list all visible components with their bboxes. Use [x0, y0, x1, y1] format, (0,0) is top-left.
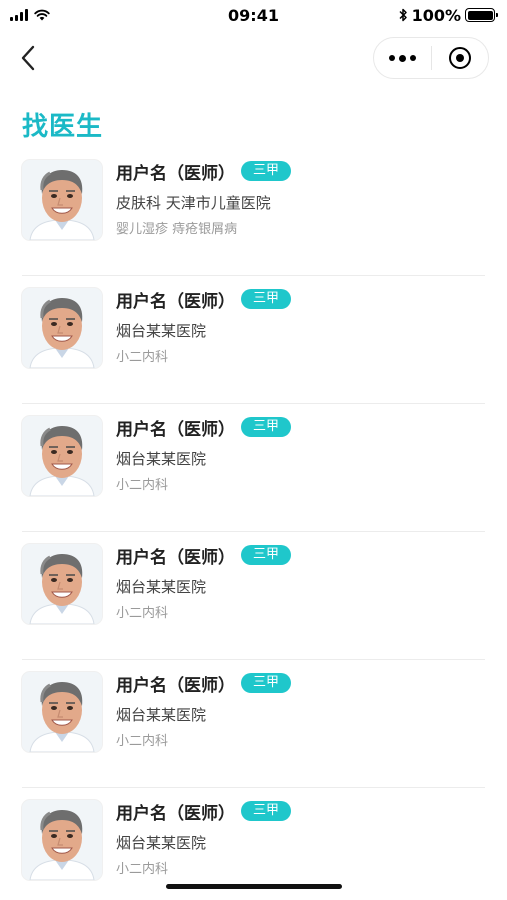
hospital-grade-badge: 三甲: [241, 289, 292, 309]
doctor-name-row: 用户名（医师） 三甲: [116, 414, 485, 440]
doctor-photo: [22, 544, 102, 624]
doctor-name-row: 用户名（医师） 三甲: [116, 286, 485, 312]
close-mini-program-button[interactable]: [432, 38, 489, 78]
doctor-list-item[interactable]: 用户名（医师） 三甲 烟台某某医院 小二内科: [22, 404, 485, 532]
doctor-list-item[interactable]: 用户名（医师） 三甲 皮肤科 天津市儿童医院 婴儿湿疹 痔疮银屑病: [22, 148, 485, 276]
doctor-avatar: [22, 800, 102, 880]
bluetooth-icon: [399, 8, 407, 22]
screen: 09:41 100% 找医生 用户名（医师） 三甲 皮肤科 天津市儿童医院 婴儿…: [0, 0, 507, 900]
doctor-hospital: 烟台某某医院: [116, 834, 207, 852]
doctor-avatar: [22, 672, 102, 752]
mini-program-capsule: [373, 37, 489, 79]
status-right: 100%: [398, 5, 498, 25]
hospital-grade-badge: 三甲: [241, 417, 292, 437]
doctor-list: 用户名（医师） 三甲 皮肤科 天津市儿童医院 婴儿湿疹 痔疮银屑病 用户名（医师…: [0, 148, 507, 900]
doctor-info: 用户名（医师） 三甲 皮肤科 天津市儿童医院 婴儿湿疹 痔疮银屑病: [116, 158, 485, 240]
doctor-hospital: 烟台某某医院: [116, 450, 207, 468]
doctor-hospital: 烟台某某医院: [116, 578, 207, 596]
doctor-specialty: 婴儿湿疹 痔疮银屑病: [116, 222, 238, 237]
doctor-list-item[interactable]: 用户名（医师） 三甲 烟台某某医院 小二内科: [22, 276, 485, 404]
hospital-grade-badge: 三甲: [241, 801, 292, 821]
doctor-info: 用户名（医师） 三甲 烟台某某医院 小二内科: [116, 286, 485, 368]
doctor-specialty: 小二内科: [116, 606, 169, 621]
hospital-grade-badge: 三甲: [241, 673, 292, 693]
doctor-avatar: [22, 416, 102, 496]
doctor-hospital: 烟台某某医院: [116, 322, 207, 340]
doctor-info: 用户名（医师） 三甲 烟台某某医院 小二内科: [116, 670, 485, 752]
doctor-specialty: 小二内科: [116, 862, 169, 877]
more-dots-icon: [388, 54, 416, 62]
battery-icon: [465, 8, 498, 22]
doctor-avatar: [22, 544, 102, 624]
hospital-grade-badge: 三甲: [241, 545, 292, 565]
doctor-name-row: 用户名（医师） 三甲: [116, 158, 485, 184]
home-indicator: [166, 884, 342, 889]
more-button[interactable]: [374, 38, 431, 78]
doctor-photo: [22, 672, 102, 752]
doctor-name-row: 用户名（医师） 三甲: [116, 670, 485, 696]
doctor-specialty: 小二内科: [116, 478, 169, 493]
doctor-name: 用户名（医师）: [116, 675, 235, 696]
doctor-specialty: 小二内科: [116, 734, 169, 749]
battery-percent: 100%: [411, 5, 461, 25]
doctor-list-item[interactable]: 用户名（医师） 三甲 烟台某某医院 小二内科: [22, 532, 485, 660]
doctor-name: 用户名（医师）: [116, 291, 235, 312]
doctor-info: 用户名（医师） 三甲 烟台某某医院 小二内科: [116, 798, 485, 880]
doctor-specialty: 小二内科: [116, 350, 169, 365]
doctor-name-row: 用户名（医师） 三甲: [116, 798, 485, 824]
doctor-avatar: [22, 288, 102, 368]
doctor-name: 用户名（医师）: [116, 547, 235, 568]
doctor-photo: [22, 288, 102, 368]
doctor-hospital: 皮肤科 天津市儿童医院: [116, 194, 271, 212]
doctor-name-row: 用户名（医师） 三甲: [116, 542, 485, 568]
chevron-left-icon: [21, 45, 35, 71]
doctor-hospital: 烟台某某医院: [116, 706, 207, 724]
hospital-grade-badge: 三甲: [241, 161, 292, 181]
nav-bar: [0, 32, 507, 84]
doctor-photo: [22, 160, 102, 240]
doctor-list-item[interactable]: 用户名（医师） 三甲 烟台某某医院 小二内科: [22, 660, 485, 788]
doctor-info: 用户名（医师） 三甲 烟台某某医院 小二内科: [116, 414, 485, 496]
doctor-name: 用户名（医师）: [116, 163, 235, 184]
target-circle-icon: [448, 47, 471, 69]
status-bar: 09:41 100%: [0, 0, 507, 30]
doctor-name: 用户名（医师）: [116, 803, 235, 824]
back-button[interactable]: [14, 44, 42, 72]
doctor-photo: [22, 416, 102, 496]
page-title: 找医生: [22, 112, 104, 142]
doctor-avatar: [22, 160, 102, 240]
doctor-photo: [22, 800, 102, 880]
doctor-info: 用户名（医师） 三甲 烟台某某医院 小二内科: [116, 542, 485, 624]
doctor-name: 用户名（医师）: [116, 419, 235, 440]
